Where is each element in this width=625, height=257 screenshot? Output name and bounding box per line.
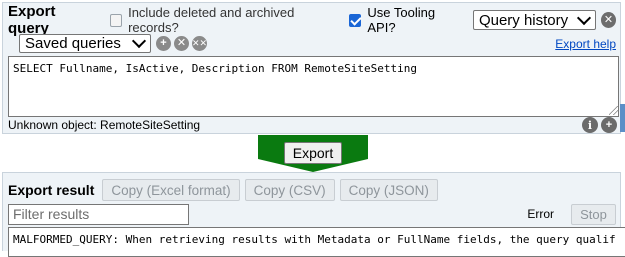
export-result-title: Export result <box>8 182 95 198</box>
saved-queries-value: Saved queries <box>25 35 121 52</box>
export-button[interactable]: Export <box>284 142 342 164</box>
error-label: Error <box>527 207 554 221</box>
scrollbar-thumb[interactable] <box>620 104 625 132</box>
copy-excel-button[interactable]: Copy (Excel format) <box>102 179 240 201</box>
result-filter-row: Filter results Error Stop <box>8 203 616 225</box>
saved-queries-select[interactable]: Saved queries <box>19 33 151 53</box>
export-query-panel: Export query Include deleted and archive… <box>2 2 621 134</box>
info-icon[interactable]: i <box>582 117 598 133</box>
copy-json-button[interactable]: Copy (JSON) <box>339 179 438 201</box>
result-message-box: MALFORMED_QUERY: When retrieving results… <box>8 227 625 257</box>
result-header-row: Export result Copy (Excel format) Copy (… <box>8 179 616 201</box>
clear-all-icon[interactable]: ✕✕ <box>192 36 207 51</box>
export-help-link[interactable]: Export help <box>555 37 616 51</box>
saved-queries-row: Saved queries + ✕ ✕✕ Export help <box>19 33 616 54</box>
use-tooling-api-label: Use Tooling API? <box>367 5 436 35</box>
copy-csv-button[interactable]: Copy (CSV) <box>244 179 335 201</box>
stop-button[interactable]: Stop <box>571 203 616 225</box>
include-deleted-label: Include deleted and archived records? <box>128 5 295 35</box>
x-icon[interactable]: ✕ <box>174 36 189 51</box>
include-deleted-checkbox[interactable] <box>109 13 123 27</box>
filter-results-input[interactable]: Filter results <box>8 203 189 225</box>
chevron-down-icon <box>131 33 147 49</box>
query-header-row: Export query Include deleted and archive… <box>8 3 617 37</box>
query-bottom-icons: i + <box>579 117 617 133</box>
query-history-value: Query history <box>478 11 569 29</box>
x-icon[interactable]: ✕ <box>600 12 617 28</box>
query-history-select[interactable]: Query history <box>472 10 596 30</box>
plus-icon[interactable]: + <box>156 36 171 51</box>
plus-icon[interactable]: + <box>601 117 617 133</box>
query-status-text: Unknown object: RemoteSiteSetting <box>8 118 201 132</box>
query-textarea[interactable]: SELECT Fullname, IsActive, Description F… <box>8 56 619 117</box>
export-result-panel: Export result Copy (Excel format) Copy (… <box>2 172 625 257</box>
export-query-title: Export query <box>8 3 56 37</box>
resize-grip-icon[interactable] <box>609 106 618 115</box>
chevron-down-icon <box>576 10 591 25</box>
use-tooling-api-checkbox[interactable] <box>348 13 362 27</box>
